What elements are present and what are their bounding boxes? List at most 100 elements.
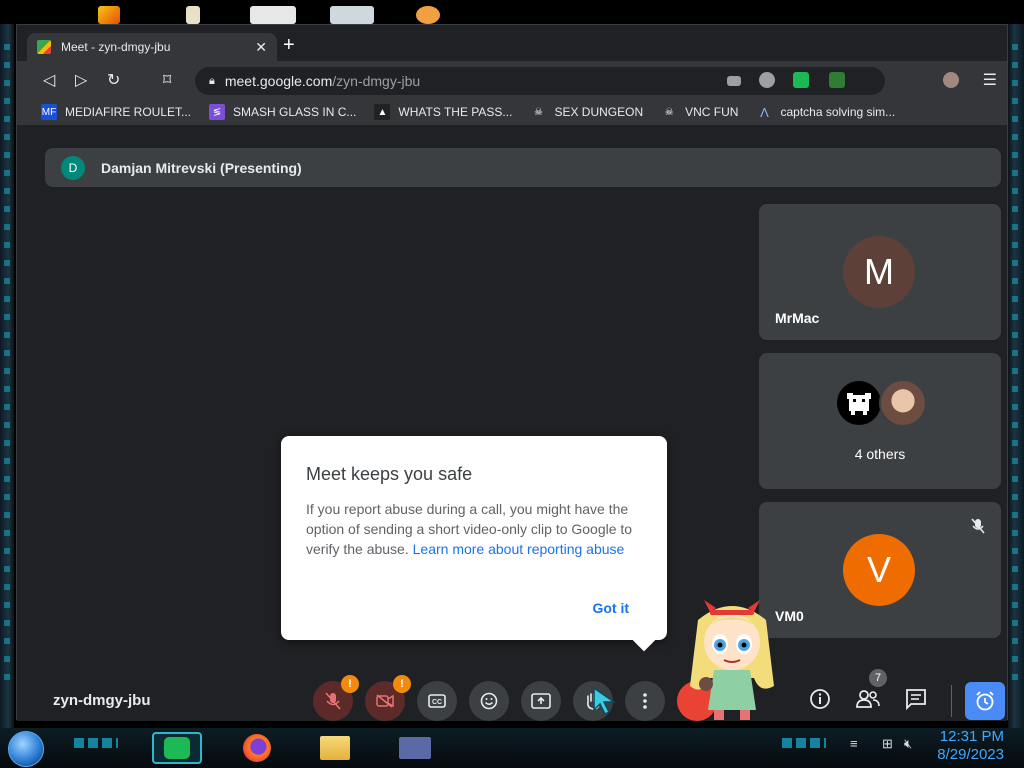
taskbar-decoration: [74, 738, 118, 748]
present-screen-button[interactable]: [521, 681, 561, 721]
reactions-button[interactable]: [469, 681, 509, 721]
url-host: meet.google.com: [224, 73, 333, 89]
bookmark-label: VNC FUN: [685, 105, 739, 119]
start-button[interactable]: [8, 731, 44, 767]
bookmark-label: captcha solving sim...: [780, 105, 896, 119]
emoji-icon: [480, 692, 498, 710]
clock-time: 12:31 PM: [939, 728, 1004, 745]
mouse-cursor: [593, 686, 617, 716]
desktop-app-icon[interactable]: [186, 6, 200, 24]
activities-button[interactable]: [965, 682, 1005, 720]
meeting-info-button[interactable]: [809, 688, 831, 715]
close-tab-icon[interactable]: ✕: [255, 39, 267, 56]
bookmark-item[interactable]: ☠ VNC FUN: [661, 104, 739, 120]
mic-off-icon: [971, 518, 985, 537]
others-count-label: 4 others: [854, 446, 906, 462]
network-icon[interactable]: ⊞: [882, 736, 893, 752]
info-icon: [810, 689, 830, 709]
alarm-clock-icon: [976, 691, 994, 711]
taskbar-decoration: [782, 738, 826, 748]
camera-off-icon: [376, 694, 394, 708]
bookmark-item[interactable]: ▲ WHATS THE PASS...: [374, 104, 512, 120]
mic-off-icon: [325, 692, 341, 710]
back-icon[interactable]: ◁: [43, 70, 55, 90]
presenter-avatar: D: [61, 155, 85, 180]
dialog-body: If you report abuse during a call, you m…: [306, 499, 643, 559]
desktop-app-icon[interactable]: [98, 6, 120, 24]
tray-lines-icon[interactable]: ≡: [850, 736, 858, 751]
desktop-icon-strip: [0, 0, 1024, 24]
bookmark-item[interactable]: MF MEDIAFIRE ROULET...: [41, 104, 191, 120]
cartoon-sticker: [690, 600, 774, 720]
skull-icon: ☠: [664, 106, 674, 118]
dialog-title: Meet keeps you safe: [306, 464, 473, 484]
more-vert-icon: [643, 693, 647, 709]
shield-extension-icon[interactable]: [829, 72, 845, 88]
more-options-button[interactable]: [625, 681, 665, 721]
skull-icon: ☠: [533, 106, 543, 118]
learn-more-link[interactable]: Learn more about reporting abuse: [413, 541, 625, 557]
app-window-icon: [399, 737, 431, 759]
desktop-app-icon[interactable]: [416, 6, 440, 24]
google-meet-icon: [37, 40, 51, 54]
got-it-button[interactable]: Got it: [592, 600, 629, 616]
desktop-app-icon[interactable]: [330, 6, 374, 24]
window-taskbar-button[interactable]: [390, 732, 440, 764]
chat-button[interactable]: [905, 688, 927, 715]
firefox-taskbar-button[interactable]: [232, 732, 282, 764]
tab-title: Meet - zyn-dmgy-jbu: [61, 40, 171, 54]
camera-warning-badge: !: [393, 675, 411, 693]
spotify-taskbar-button[interactable]: [152, 732, 202, 764]
bookmark-icon[interactable]: ⌑: [163, 70, 171, 90]
menu-icon[interactable]: ☰: [983, 70, 997, 90]
people-icon: [856, 690, 880, 708]
desktop-app-icon[interactable]: [250, 6, 296, 24]
recording-icon[interactable]: [759, 72, 775, 88]
address-bar[interactable]: 🔒︎ meet.google.com/zyn-dmgy-jbu: [195, 67, 885, 95]
page-icon: ▲: [374, 104, 391, 120]
profile-avatar[interactable]: [943, 72, 959, 88]
desktop-left-frame: [0, 24, 14, 734]
tab-meet[interactable]: Meet - zyn-dmgy-jbu ✕: [27, 33, 277, 61]
camera-icon[interactable]: [727, 76, 741, 86]
bookmark-label: SEX DUNGEON: [554, 105, 644, 119]
lock-icon: 🔒︎: [209, 74, 215, 87]
participant-tile-vm0[interactable]: V VM0: [759, 502, 1001, 638]
taskbar: ≡ ⊞ 🔇︎ 12:31 PM 8/29/2023: [0, 728, 1024, 768]
bookmark-item[interactable]: ☠ SEX DUNGEON: [530, 104, 643, 120]
caret-logo-icon: Λ: [760, 104, 769, 120]
extension-icon[interactable]: [793, 72, 809, 88]
system-clock[interactable]: 12:31 PM 8/29/2023: [937, 728, 1004, 764]
safety-dialog: Meet keeps you safe If you report abuse …: [281, 436, 667, 640]
clock-date: 8/29/2023: [937, 746, 1004, 763]
forward-icon[interactable]: ▷: [75, 70, 87, 90]
participant-tile-mrmac[interactable]: M MrMac: [759, 204, 1001, 340]
bookmarks-bar: MF MEDIAFIRE ROULET... ≶ SMASH GLASS IN C.…: [17, 99, 1007, 125]
mic-warning-badge: !: [341, 675, 359, 693]
spotify-icon: [164, 737, 190, 759]
bookmark-label: WHATS THE PASS...: [398, 105, 513, 119]
presenter-name: Damjan Mitrevski (Presenting): [101, 159, 302, 176]
browser-toolbar: ◁ ▷ ↻ ⌑ 🔒︎ meet.google.com/zyn-dmgy-jbu …: [17, 61, 1007, 99]
explorer-taskbar-button[interactable]: [310, 732, 360, 764]
avatar: V: [843, 534, 915, 606]
bookmark-label: SMASH GLASS IN C...: [233, 105, 357, 119]
participant-tile-others[interactable]: 4 others: [759, 353, 1001, 489]
visual-studio-icon: ≶: [209, 104, 226, 120]
camera-toggle-button[interactable]: !: [365, 675, 411, 721]
mic-toggle-button[interactable]: !: [313, 675, 359, 721]
url-path: /zyn-dmgy-jbu: [332, 73, 421, 89]
desktop-right-frame: [1008, 24, 1024, 734]
people-button[interactable]: [855, 688, 881, 715]
avatar: [835, 379, 883, 427]
meet-main: D Damjan Mitrevski (Presenting) M MrMac …: [17, 125, 1007, 721]
captions-button[interactable]: CC: [417, 681, 457, 721]
meeting-code: zyn-dmgy-jbu: [53, 692, 151, 709]
reload-icon[interactable]: ↻: [107, 70, 120, 90]
new-tab-button[interactable]: +: [283, 35, 295, 55]
volume-muted-icon[interactable]: 🔇︎: [904, 736, 912, 752]
bookmark-item[interactable]: Λcaptcha solving sim...: [756, 104, 895, 120]
participant-count-badge: 7: [869, 669, 887, 687]
bookmark-label: MEDIAFIRE ROULET...: [65, 105, 192, 119]
bookmark-item[interactable]: ≶ SMASH GLASS IN C...: [209, 104, 356, 120]
